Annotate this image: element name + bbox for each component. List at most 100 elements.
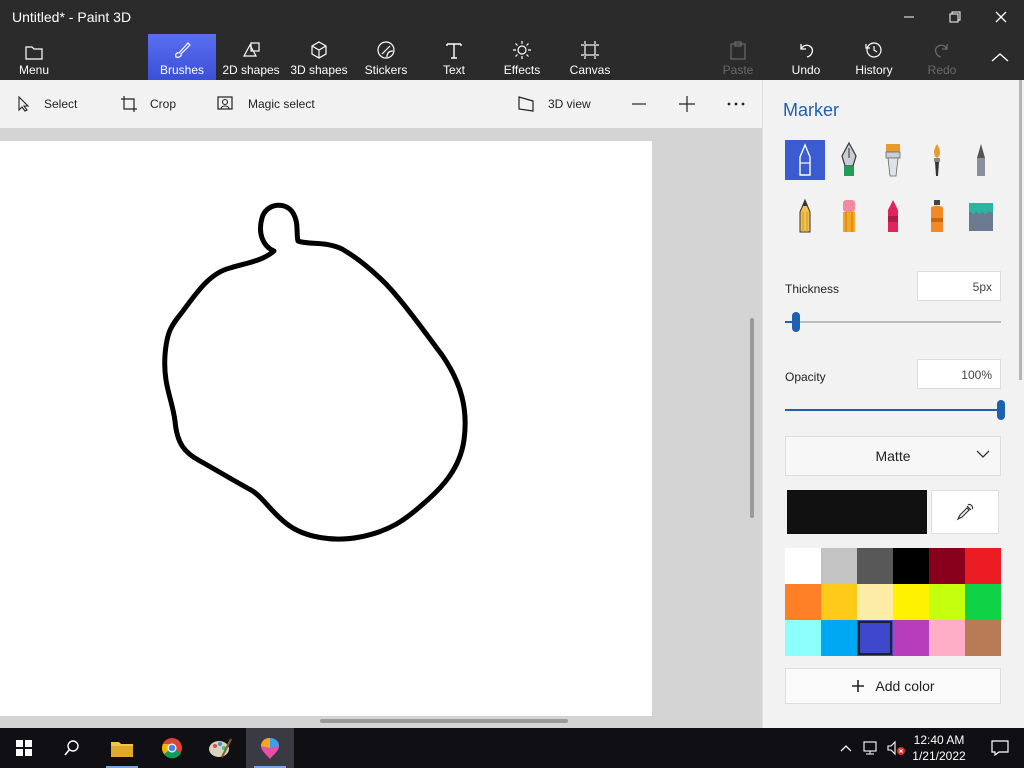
start-button[interactable]: [0, 728, 48, 768]
color-swatch[interactable]: [929, 548, 965, 584]
color-swatch[interactable]: [893, 584, 929, 620]
color-swatch[interactable]: [821, 620, 857, 656]
color-swatch[interactable]: [965, 548, 1001, 584]
close-icon: [995, 11, 1007, 23]
notifications-button[interactable]: [976, 728, 1024, 768]
minimize-icon: [904, 16, 914, 18]
color-swatch[interactable]: [965, 620, 1001, 656]
tab-3d-shapes[interactable]: 3D shapes: [288, 34, 350, 80]
chevron-up-icon: [991, 53, 1009, 62]
network-status[interactable]: [858, 728, 884, 768]
vertical-scrollbar[interactable]: [750, 318, 754, 518]
color-swatch[interactable]: [893, 620, 929, 656]
color-swatch[interactable]: [929, 584, 965, 620]
pencil-brush[interactable]: [785, 196, 825, 236]
redo-icon: [934, 44, 948, 58]
tab-2d-shapes[interactable]: 2D shapes: [220, 34, 282, 80]
undo-icon: [800, 44, 814, 58]
undo-button[interactable]: Undo: [788, 34, 824, 80]
fill-brush[interactable]: [961, 196, 1001, 236]
taskbar: 12:40 AM 1/21/2022: [0, 728, 1024, 768]
spray-can-brush[interactable]: [917, 196, 957, 236]
tab-stickers[interactable]: Stickers: [362, 34, 410, 80]
color-swatch[interactable]: [821, 548, 857, 584]
3d-view-icon: [518, 96, 534, 112]
opacity-input[interactable]: 100%: [917, 359, 1001, 389]
eyedropper-icon: [956, 503, 974, 521]
thickness-slider[interactable]: [785, 312, 1001, 332]
color-swatch[interactable]: [965, 584, 1001, 620]
taskbar-chrome[interactable]: [148, 728, 196, 768]
oil-brush[interactable]: [873, 140, 913, 180]
more-options-button[interactable]: [726, 80, 746, 128]
search-icon: [64, 740, 79, 756]
fill-bucket-icon: [969, 203, 993, 231]
minimize-button[interactable]: [886, 0, 932, 34]
3d-view-button[interactable]: 3D view: [516, 80, 591, 128]
eraser-brush[interactable]: [829, 196, 869, 236]
collapse-ribbon-button[interactable]: [984, 34, 1016, 80]
eyedropper-button[interactable]: [931, 490, 999, 534]
taskbar-search-button[interactable]: [48, 728, 96, 768]
close-button[interactable]: [978, 0, 1024, 34]
restore-button[interactable]: [932, 0, 978, 34]
thickness-input[interactable]: 5px: [917, 271, 1001, 301]
thickness-thumb[interactable]: [791, 312, 800, 332]
show-hidden-icons-button[interactable]: [834, 728, 858, 768]
taskbar-file-explorer[interactable]: [98, 728, 146, 768]
horizontal-scrollbar[interactable]: [320, 719, 568, 723]
plus-icon: [852, 680, 865, 692]
zoom-out-button[interactable]: [630, 80, 648, 128]
tab-text[interactable]: Text: [436, 34, 472, 80]
toolbar: Select Crop Magic select 3D view: [0, 80, 762, 128]
network-icon: [863, 741, 877, 755]
zoom-in-button[interactable]: [678, 80, 696, 128]
crop-button[interactable]: Crop: [120, 80, 176, 128]
crayon-icon: [888, 200, 898, 232]
magic-select-button[interactable]: Magic select: [216, 80, 315, 128]
taskbar-paint[interactable]: [196, 728, 244, 768]
history-icon: [865, 42, 882, 58]
marker-brush[interactable]: [785, 140, 825, 180]
crayon-brush[interactable]: [873, 196, 913, 236]
pixel-pen-icon: [977, 144, 985, 176]
color-swatch[interactable]: [785, 620, 821, 656]
current-color-swatch[interactable]: [787, 490, 927, 534]
panel-scrollbar[interactable]: [1019, 80, 1022, 380]
paste-button[interactable]: Paste: [720, 34, 756, 80]
color-swatch[interactable]: [785, 584, 821, 620]
paint3d-window: Untitled* - Paint 3D Menu Brushes 2D sha…: [0, 0, 1024, 728]
color-swatch[interactable]: [857, 620, 893, 656]
brush-icon: [175, 42, 191, 58]
select-button[interactable]: Select: [16, 80, 77, 128]
workspace: [0, 128, 762, 728]
opacity-thumb[interactable]: [997, 400, 1005, 420]
add-color-button[interactable]: Add color: [785, 668, 1001, 704]
taskbar-paint3d[interactable]: [246, 728, 294, 768]
2d-shapes-icon: [242, 42, 260, 57]
color-swatch[interactable]: [857, 548, 893, 584]
color-swatch[interactable]: [893, 548, 929, 584]
opacity-label: Opacity: [785, 370, 826, 384]
taskbar-clock[interactable]: 12:40 AM 1/21/2022: [904, 732, 974, 764]
opacity-slider[interactable]: [785, 400, 1005, 420]
tab-canvas[interactable]: Canvas: [568, 34, 612, 80]
tab-brushes[interactable]: Brushes: [148, 34, 216, 80]
menu-button[interactable]: Menu: [12, 34, 56, 80]
history-button[interactable]: History: [852, 34, 896, 80]
opacity-fill: [785, 409, 1001, 411]
paint-palette-icon: [209, 738, 232, 758]
magic-select-icon: [217, 96, 233, 110]
redo-button[interactable]: Redo: [924, 34, 960, 80]
calligraphy-pen-brush[interactable]: [829, 140, 869, 180]
material-dropdown[interactable]: Matte: [785, 436, 1001, 476]
color-swatch[interactable]: [785, 548, 821, 584]
color-swatch[interactable]: [929, 620, 965, 656]
color-swatch[interactable]: [857, 584, 893, 620]
watercolor-brush[interactable]: [917, 140, 957, 180]
drawing-canvas[interactable]: [0, 141, 652, 716]
restore-icon: [949, 11, 961, 23]
color-swatch[interactable]: [821, 584, 857, 620]
tab-effects[interactable]: Effects: [500, 34, 544, 80]
pixel-pen-brush[interactable]: [961, 140, 1001, 180]
